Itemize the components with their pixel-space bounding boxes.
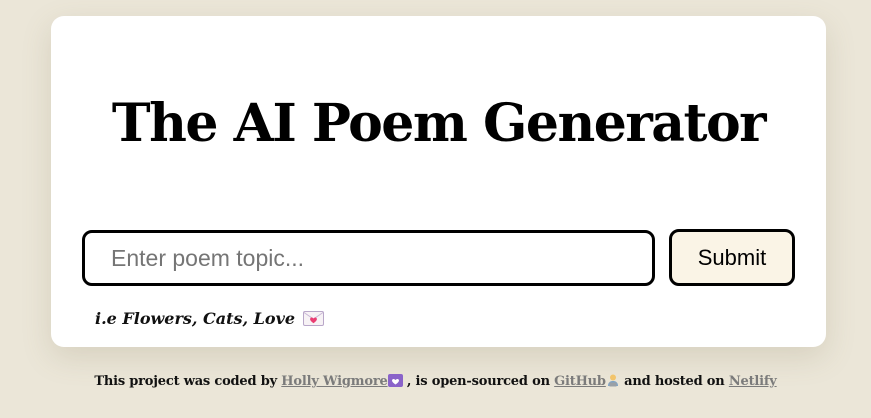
page-title: The AI Poem Generator bbox=[111, 93, 767, 154]
footer: This project was coded by Holly Wigmore … bbox=[0, 373, 871, 389]
purple-heart-icon bbox=[387, 374, 403, 387]
topic-hint: i.e Flowers, Cats, Love bbox=[95, 309, 325, 328]
footer-text-open-sourced: , is open-sourced on bbox=[406, 374, 550, 389]
love-letter-icon bbox=[303, 311, 325, 326]
topic-hint-text: i.e Flowers, Cats, Love bbox=[95, 309, 296, 328]
netlify-link[interactable]: Netlify bbox=[729, 374, 777, 389]
submit-button[interactable]: Submit bbox=[669, 229, 795, 286]
poem-topic-input[interactable] bbox=[82, 230, 655, 286]
footer-text-coded-by: This project was coded by bbox=[94, 374, 277, 389]
author-link[interactable]: Holly Wigmore bbox=[281, 374, 387, 389]
github-link[interactable]: GitHub bbox=[554, 374, 606, 389]
poem-generator-card: The AI Poem Generator Submit i.e Flowers… bbox=[51, 16, 826, 347]
technologist-icon bbox=[607, 374, 618, 387]
footer-text-hosted-on: and hosted on bbox=[624, 374, 725, 389]
